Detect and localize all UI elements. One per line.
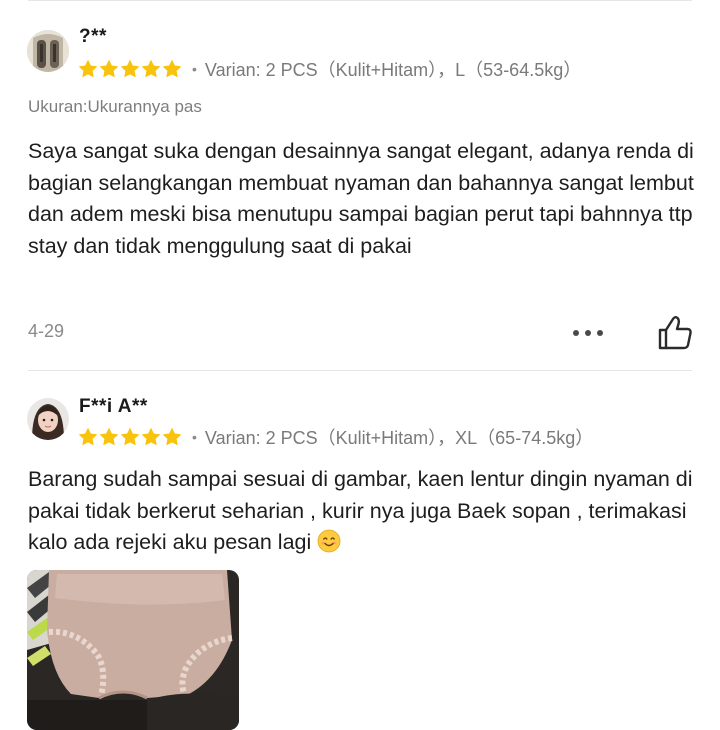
rating-row: • Varian: 2 PCS（Kulit+Hitam），L（53-64.5kg… <box>78 56 581 82</box>
star-icon <box>162 427 182 447</box>
reviewer-name: F**i A** <box>79 396 148 417</box>
avatar[interactable] <box>27 398 69 440</box>
more-button[interactable] <box>570 322 606 344</box>
review-date: 4-29 <box>28 321 65 341</box>
star-icon <box>78 59 98 79</box>
star-icon <box>141 427 161 447</box>
more-icon <box>573 330 603 336</box>
star-rating <box>78 427 182 447</box>
review-card: ?** • Varian: 2 PCS（Kulit+Hitam），L（53-64… <box>0 0 720 370</box>
reviewer-name: ?** <box>79 26 107 47</box>
star-icon <box>120 59 140 79</box>
review-text: Saya sangat suka dengan desainnya sangat… <box>28 139 694 258</box>
star-rating <box>78 59 182 79</box>
avatar-image <box>27 30 69 72</box>
separator-dot: • <box>192 429 197 445</box>
star-icon <box>162 59 182 79</box>
star-icon <box>78 427 98 447</box>
star-icon <box>141 59 161 79</box>
avatar-image <box>27 398 69 440</box>
avatar[interactable] <box>27 30 69 72</box>
review-photo[interactable] <box>27 570 239 730</box>
like-button[interactable] <box>656 314 694 352</box>
thumbs-up-icon <box>658 316 692 350</box>
product-photo <box>27 570 239 730</box>
star-icon <box>120 427 140 447</box>
variant-info: Varian: 2 PCS（Kulit+Hitam），L（53-64.5kg） <box>204 60 582 80</box>
review-text-body: Barang sudah sampai sesuai di gambar, ka… <box>28 467 693 554</box>
star-icon <box>99 427 119 447</box>
variant-info: Varian: 2 PCS（Kulit+Hitam），XL（65-74.5kg） <box>204 428 594 448</box>
separator-dot: • <box>192 61 197 77</box>
review-card: F**i A** • Varian: 2 PCS（Kulit+Hitam），XL… <box>0 370 720 730</box>
star-icon <box>99 59 119 79</box>
rating-row: • Varian: 2 PCS（Kulit+Hitam），XL（65-74.5k… <box>78 424 593 450</box>
size-note: Ukuran:Ukurannya pas <box>28 97 202 116</box>
review-text: Barang sudah sampai sesuai di gambar, ka… <box>28 464 700 559</box>
smiling-face-emoji <box>317 529 341 553</box>
